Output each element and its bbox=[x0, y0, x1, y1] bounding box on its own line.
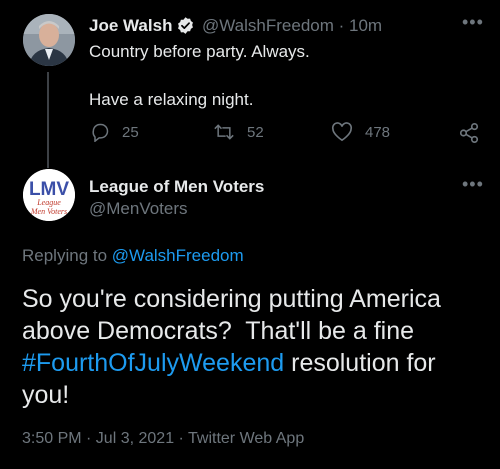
avatar-photo bbox=[23, 14, 75, 66]
author-name[interactable]: Joe Walsh bbox=[89, 16, 172, 36]
retweet-button[interactable]: 52 bbox=[213, 122, 264, 142]
replying-to-link[interactable]: @WalshFreedom bbox=[112, 246, 244, 265]
more-icon[interactable]: ••• bbox=[462, 12, 484, 33]
thread-connector-line bbox=[47, 72, 49, 168]
hashtag-link[interactable]: #FourthOfJulyWeekend bbox=[22, 349, 284, 377]
tweet-body: So you're considering putting America ab… bbox=[22, 283, 482, 411]
reply-button[interactable]: 25 bbox=[90, 122, 139, 142]
svg-text:LMV: LMV bbox=[29, 179, 69, 200]
like-button[interactable]: 478 bbox=[331, 122, 390, 142]
share-button[interactable] bbox=[458, 122, 492, 144]
share-icon bbox=[459, 123, 479, 143]
author-handle[interactable]: @MenVoters bbox=[89, 199, 188, 219]
author-handle-and-time[interactable]: @WalshFreedom · 10m bbox=[202, 16, 382, 36]
reply-icon bbox=[92, 123, 109, 142]
avatar-league-of-men-voters[interactable]: LMV League Men Voters bbox=[23, 169, 75, 221]
svg-text:Men Voters: Men Voters bbox=[30, 207, 67, 216]
like-count: 478 bbox=[365, 123, 391, 141]
replying-to: Replying to @WalshFreedom bbox=[22, 246, 244, 266]
replying-to-prefix: Replying to bbox=[22, 246, 112, 265]
more-icon[interactable]: ••• bbox=[462, 174, 484, 195]
verified-badge-icon bbox=[176, 16, 195, 35]
tweet-text: So you're considering putting America ab… bbox=[22, 285, 448, 345]
author-name[interactable]: League of Men Voters bbox=[89, 177, 264, 197]
heart-icon bbox=[331, 122, 353, 142]
tweet-text-line: Have a relaxing night. bbox=[89, 90, 254, 109]
tweet-timestamp-source[interactable]: 3:50 PM · Jul 3, 2021 · Twitter Web App bbox=[22, 430, 304, 448]
retweet-icon bbox=[214, 124, 234, 140]
avatar-joe-walsh[interactable] bbox=[23, 14, 75, 66]
retweet-count: 52 bbox=[247, 123, 264, 141]
reply-count: 25 bbox=[122, 123, 139, 141]
lmv-logo: LMV League Men Voters bbox=[23, 169, 75, 221]
svg-text:League: League bbox=[36, 198, 61, 207]
tweet-text-line: Country before party. Always. bbox=[89, 42, 310, 61]
